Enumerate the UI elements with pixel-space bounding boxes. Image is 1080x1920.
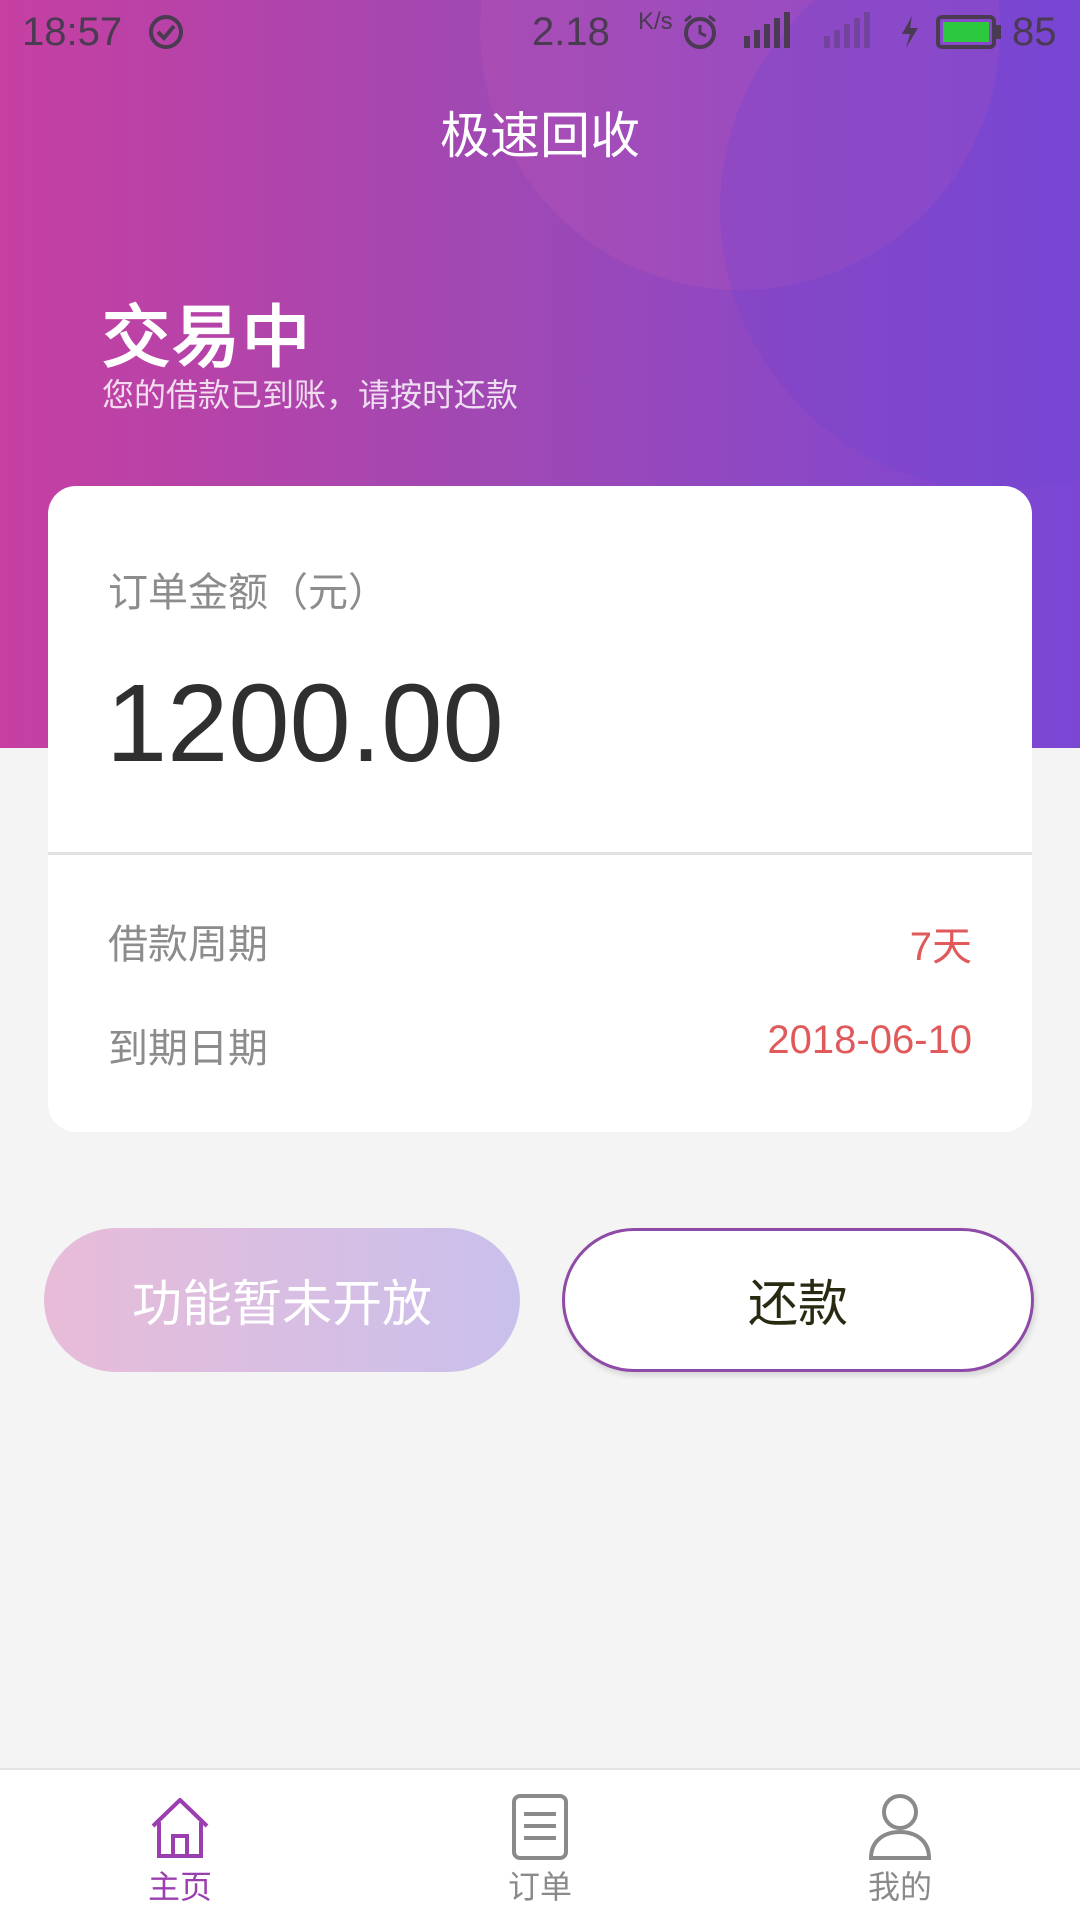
nav-label-mine: 我的 <box>867 1868 932 1906</box>
loan-period-row: 借款周期 7天 <box>108 912 972 972</box>
home-icon <box>145 1792 215 1862</box>
person-icon <box>865 1792 935 1862</box>
loan-period-label: 借款周期 <box>108 922 268 968</box>
nav-item-home[interactable]: 主页 <box>100 1770 260 1920</box>
due-date-value: 2018-06-10 <box>767 1018 972 1062</box>
feature-unavailable-button[interactable]: 功能暂未开放 <box>44 1228 520 1372</box>
due-date-row: 到期日期 2018-06-10 <box>108 1016 972 1076</box>
network-speed-unit: K/s <box>638 8 673 35</box>
nav-item-orders[interactable]: 订单 <box>460 1770 620 1920</box>
loan-period-value: 7天 <box>909 925 972 969</box>
page-title: 极速回收 <box>440 107 640 165</box>
decor-bubble <box>720 0 1080 490</box>
card-divider <box>48 852 1032 855</box>
document-icon <box>505 1792 575 1862</box>
due-date-label: 到期日期 <box>108 1026 268 1072</box>
status-bar: 18:57 2.18 K/s 85 <box>0 0 1080 66</box>
transaction-status-subtitle: 您的借款已到账，请按时还款 <box>102 376 519 414</box>
battery-icon <box>934 14 1004 60</box>
cellular-signal-icon <box>822 10 882 60</box>
order-amount-value: 1200.00 <box>106 662 504 785</box>
charging-icon <box>898 14 922 60</box>
status-time: 18:57 <box>22 10 123 54</box>
bottom-nav: 主页 订单 我的 <box>0 1768 1080 1920</box>
check-circle-icon <box>148 14 184 60</box>
network-speed: 2.18 <box>532 10 610 54</box>
order-amount-label: 订单金额（元） <box>108 570 388 616</box>
repay-button[interactable]: 还款 <box>562 1228 1034 1372</box>
nav-item-mine[interactable]: 我的 <box>820 1770 980 1920</box>
screen: 18:57 2.18 K/s 85 极速回收 交易中 您的借款已到账，请按时还款… <box>0 0 1080 1920</box>
battery-percentage: 85 <box>1012 10 1057 54</box>
cellular-signal-icon <box>742 10 802 60</box>
alarm-icon <box>680 12 720 62</box>
nav-label-home: 主页 <box>147 1868 212 1906</box>
nav-label-orders: 订单 <box>507 1868 572 1906</box>
order-card: 订单金额（元） 1200.00 借款周期 7天 到期日期 2018-06-10 <box>48 486 1032 1132</box>
transaction-status-title: 交易中 <box>102 299 313 378</box>
